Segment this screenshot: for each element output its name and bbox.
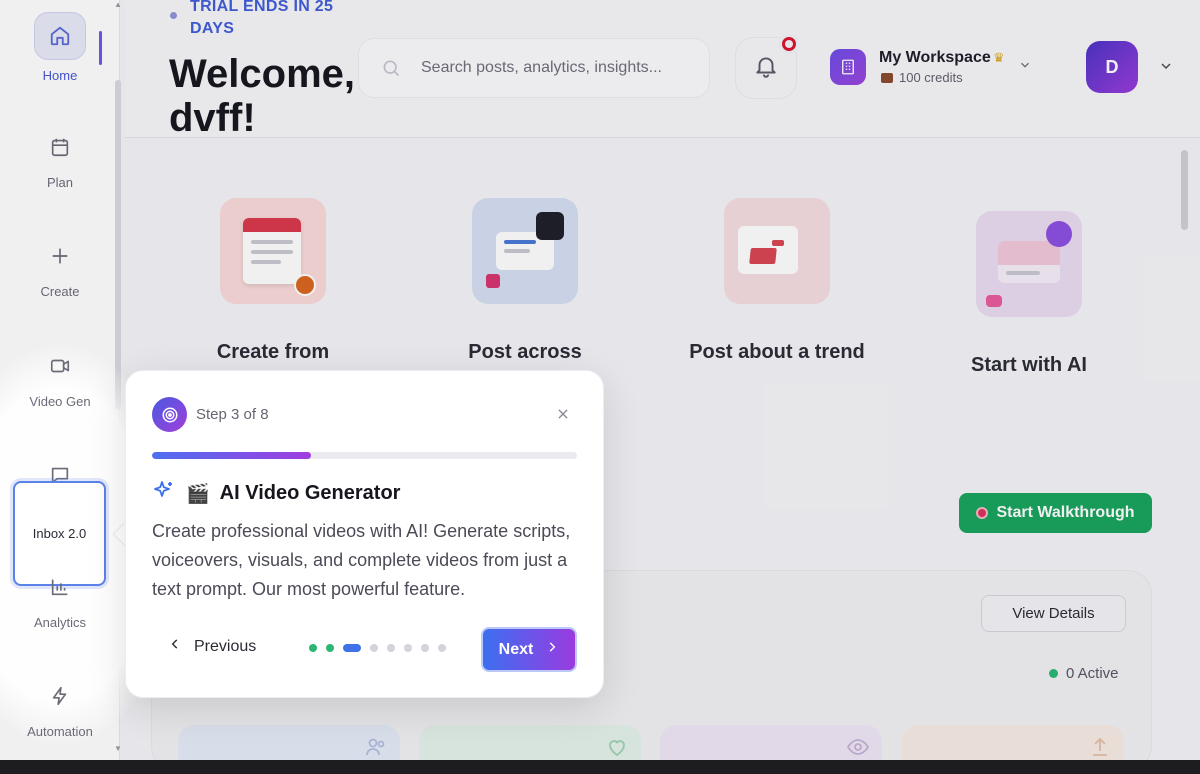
document-illustration-icon <box>220 198 326 304</box>
calendar-icon <box>40 127 80 167</box>
account-chevron-down-icon[interactable] <box>1158 58 1174 79</box>
credits-label: 100 credits <box>899 70 963 85</box>
page-title: Welcome, dvff! <box>169 52 355 140</box>
target-icon <box>152 397 187 432</box>
sidebar-item-label: Analytics <box>33 615 87 630</box>
previous-button[interactable]: Previous <box>168 637 256 656</box>
home-icon <box>34 12 86 60</box>
share-icon <box>1088 735 1112 760</box>
chevron-right-icon <box>545 640 559 659</box>
card-title: Post about a trend <box>689 341 865 363</box>
sidebar-item-create[interactable]: Create <box>0 236 120 299</box>
quick-card-start-ai[interactable]: Start with AI <box>914 211 1144 378</box>
bar-chart-icon <box>40 567 80 607</box>
users-icon <box>364 735 388 760</box>
plus-icon <box>40 236 80 276</box>
lightning-icon <box>40 676 80 716</box>
step-dot[interactable] <box>421 644 429 652</box>
tour-popover: Step 3 of 8 🎬 AI Video Generator Create … <box>125 370 604 698</box>
card-title: Create from <box>216 341 330 363</box>
bell-icon <box>753 53 779 84</box>
step-dots <box>309 644 446 652</box>
tour-progress-fill <box>152 452 312 459</box>
stat-card-shares[interactable] <box>902 725 1124 760</box>
main-scrollbar[interactable] <box>1181 150 1188 230</box>
active-status: 0 Active <box>1049 665 1119 682</box>
clapper-emoji: 🎬 <box>186 483 210 505</box>
next-button[interactable]: Next <box>481 627 577 672</box>
walkthrough-label: Start Walkthrough <box>996 504 1135 521</box>
workspace-name[interactable]: My Workspace <box>879 49 991 67</box>
search-input[interactable] <box>421 59 701 77</box>
sidebar-item-label: Automation <box>27 724 93 739</box>
sidebar-item-plan[interactable]: Plan <box>0 127 120 190</box>
step-dot[interactable] <box>326 644 334 652</box>
trial-dot <box>170 12 177 19</box>
quick-card-post-across[interactable]: Post across <box>410 198 640 365</box>
stat-card-engagement[interactable] <box>419 725 641 760</box>
search-bar[interactable] <box>358 38 710 98</box>
briefcase-icon <box>881 72 893 83</box>
next-label: Next <box>498 640 534 658</box>
start-walkthrough-button[interactable]: Start Walkthrough <box>959 493 1152 533</box>
heart-icon <box>605 735 629 760</box>
sparkle-icon <box>152 479 176 508</box>
sidebar-item-label: Video Gen <box>29 394 91 409</box>
tour-progress-bar <box>152 452 577 459</box>
workspace-credits: 100 credits <box>881 70 963 85</box>
tour-heading: 🎬 AI Video Generator <box>152 479 400 508</box>
ai-illustration-icon <box>976 211 1082 317</box>
sidebar-scroll-up[interactable]: ▲ <box>114 0 122 9</box>
target-icon <box>976 507 989 519</box>
quick-card-post-trend[interactable]: Post about a trend <box>662 198 892 365</box>
sidebar-item-analytics[interactable]: Analytics <box>0 567 120 630</box>
video-icon <box>40 346 80 386</box>
step-indicator: Step 3 of 8 <box>196 406 269 423</box>
step-dot[interactable] <box>343 644 361 652</box>
search-icon <box>381 58 401 78</box>
sidebar-item-home[interactable]: Home <box>0 12 120 83</box>
status-dot <box>1049 669 1058 678</box>
os-taskbar <box>0 760 1200 774</box>
notification-badge <box>779 34 799 54</box>
sidebar-item-label: Inbox 2.0 <box>32 526 87 541</box>
active-count: 0 Active <box>1066 665 1119 682</box>
top-header: TRIAL ENDS IN 25 DAYS Welcome, dvff! My … <box>125 0 1200 140</box>
chevron-left-icon <box>168 637 182 656</box>
sidebar-item-label: Create <box>40 284 80 299</box>
sidebar-item-label: Plan <box>46 175 74 190</box>
avatar[interactable]: D <box>1086 41 1138 93</box>
workspace-building-icon[interactable] <box>830 49 866 85</box>
app-window: ▲ Home Plan Create ▼ TRIAL ENDS IN 25 DA… <box>0 0 1200 760</box>
card-title: Post across <box>468 341 582 363</box>
view-details-button[interactable]: View Details <box>981 595 1126 632</box>
quick-card-create-from[interactable]: Create from <box>158 198 388 365</box>
sidebar-scroll-down[interactable]: ▼ <box>114 744 122 753</box>
eye-icon <box>846 735 870 760</box>
previous-label: Previous <box>194 637 257 655</box>
crown-icon: ♛ <box>993 50 1005 65</box>
card-title: Start with AI <box>971 354 1087 376</box>
step-dot[interactable] <box>309 644 317 652</box>
trend-illustration-icon <box>724 198 830 304</box>
sidebar-item-label: Home <box>42 68 78 83</box>
tour-description: Create professional videos with AI! Gene… <box>152 521 571 599</box>
sidebar-item-automation[interactable]: Automation <box>0 676 120 739</box>
close-icon[interactable] <box>556 405 570 426</box>
stat-card-followers[interactable] <box>178 725 400 760</box>
step-dot[interactable] <box>387 644 395 652</box>
tour-title: AI Video Generator <box>219 482 401 504</box>
sidebar-item-video-gen[interactable]: Video Gen <box>0 346 120 409</box>
stat-card-views[interactable] <box>660 725 882 760</box>
workspace-chevron-down-icon[interactable] <box>1018 58 1032 77</box>
step-dot[interactable] <box>404 644 412 652</box>
step-dot[interactable] <box>370 644 378 652</box>
trial-banner: TRIAL ENDS IN 25 DAYS <box>190 0 334 37</box>
post-illustration-icon <box>472 198 578 304</box>
step-dot[interactable] <box>438 644 446 652</box>
